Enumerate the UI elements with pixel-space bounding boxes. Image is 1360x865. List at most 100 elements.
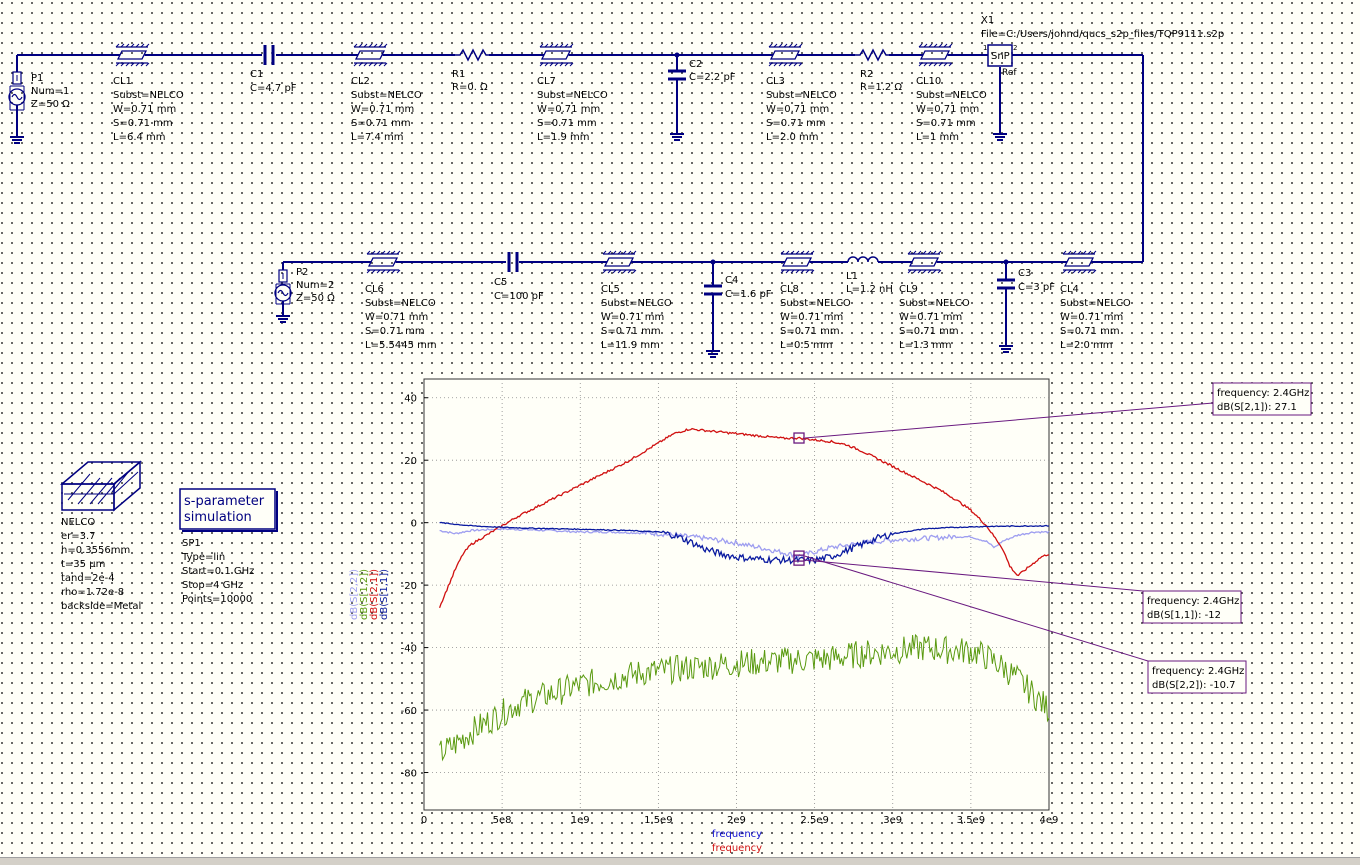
cl3-line-3: S=0.71 mm (766, 118, 826, 129)
cl6-name: CL6 (365, 284, 384, 295)
resistor-symbols (455, 48, 889, 263)
cl8-line-3: S=0.71 mm (780, 326, 840, 337)
substrate-line-4: tand=2e-4 (61, 573, 115, 584)
c3-name: C3 (1018, 268, 1031, 279)
substrate-symbol[interactable] (59, 460, 143, 512)
schematic-drawing: SnP 1 2 Ref P1 Num=1 Z=50 Ω P2 Num=2 Z=5… (8, 15, 1312, 854)
p1-line-2: Z=50 Ω (31, 99, 70, 110)
top-row-wires (16, 54, 1144, 263)
cl9-line-1: Subst=NELCO (899, 298, 970, 309)
cl9-line-4: L=1.3 mm (899, 340, 952, 351)
c4-symbol[interactable] (704, 284, 722, 296)
cl1-line-1: Subst=NELCO (113, 90, 184, 101)
r2-symbol[interactable] (855, 48, 889, 62)
cl6-symbol[interactable] (363, 250, 405, 274)
cl10-line-1: Subst=NELCO (916, 90, 987, 101)
cl8-symbol[interactable] (777, 250, 819, 274)
cl4-line-3: S=0.71 mm (1060, 326, 1120, 337)
x-tick-label: 2.5e9 (800, 815, 828, 826)
cl7-symbol[interactable] (536, 43, 578, 67)
cl5-line-3: S=0.71 mm (601, 326, 661, 337)
cl10-symbol[interactable] (915, 43, 957, 67)
sim-name: SP1 (182, 538, 201, 549)
cl10-line-2: W=0.71 mm (916, 104, 979, 115)
c3-symbol[interactable] (997, 278, 1015, 290)
cl5-line-2: W=0.71 mm (601, 312, 664, 323)
cl7-line-3: S=0.71 mm (537, 118, 597, 129)
cl10-name: CL10 (916, 76, 941, 87)
cl6-line-1: Subst=NELCO (365, 298, 436, 309)
cl10-line-3: S=0.71 mm (916, 118, 976, 129)
substrate-line-5: rho=1.72e-8 (61, 587, 124, 598)
cl6-line-2: W=0.71 mm (365, 312, 428, 323)
r1-name: R1 (452, 69, 465, 80)
marker-label-line-1: frequency: 2.4GHz (1152, 666, 1244, 677)
cl1-line-4: L=6.4 mm (113, 132, 166, 143)
cl5-line-4: L=11.9 mm (601, 340, 660, 351)
y-tick-label: -20 (401, 581, 417, 592)
cl5-line-1: Subst=NELCO (601, 298, 672, 309)
cl9-line-3: S=0.71 mm (899, 326, 959, 337)
sim-line-4: Points=10000 (182, 594, 252, 605)
c5-symbol[interactable] (507, 252, 519, 272)
cl1-symbol[interactable] (112, 43, 154, 67)
cl2-name: CL2 (351, 76, 370, 87)
x-axis-label-2: frequency (712, 843, 762, 854)
marker-label-line-2: dB(S[1,1]): -12 (1147, 610, 1221, 621)
x1-file: File=C:/Users/johnd/qucs_s2p_files/TQP91… (981, 29, 1224, 40)
p1-name: P1 (31, 73, 43, 84)
r1-value: R=0. Ω (452, 82, 488, 93)
x-tick-label: 4e9 (1040, 815, 1059, 826)
marker-label-line-1: frequency: 2.4GHz (1217, 388, 1309, 399)
x-tick-label: 3.5e9 (957, 815, 985, 826)
cl7-line-1: Subst=NELCO (537, 90, 608, 101)
cl10-line-4: L=1 mm (916, 132, 959, 143)
c4-name: C4 (725, 275, 738, 286)
cl5-symbol[interactable] (599, 250, 641, 274)
cl1-line-3: S=0.71 mm (113, 118, 173, 129)
legend: dB(S[2,2]) dB(S[1,2]) dB(S[2,1]) dB(S[1,1]) (349, 569, 390, 620)
sim-line-3: Stop=4 GHz (182, 580, 243, 591)
cl7-line-4: L=1.9 mm (537, 132, 590, 143)
c3-value: C=3 pF (1018, 282, 1055, 293)
p2-symbol[interactable] (274, 269, 292, 323)
cl3-line-2: W=0.71 mm (766, 104, 829, 115)
cl2-line-1: Subst=NELCO (351, 90, 422, 101)
cl2-symbol[interactable] (350, 43, 392, 67)
l1-name: L1 (846, 271, 858, 282)
p2-name: P2 (296, 267, 308, 278)
cl5-name: CL5 (601, 284, 620, 295)
y-tick-label: -80 (401, 769, 417, 780)
cl4-line-2: W=0.71 mm (1060, 312, 1123, 323)
substrate-line-1: er=3.7 (61, 531, 96, 542)
cl8-line-4: L=0.5 mm (780, 340, 833, 351)
schematic-canvas[interactable]: SnP 1 2 Ref P1 Num=1 Z=50 Ω P2 Num=2 Z=5… (0, 0, 1360, 864)
p1-symbol[interactable] (8, 71, 26, 144)
x-tick-label: 1e9 (571, 815, 590, 826)
cl1-line-2: W=0.71 mm (113, 104, 176, 115)
c4-value: C=1.6 pF (725, 289, 772, 300)
sparam-chart[interactable]: 0 5e8 1e9 1.5e9 2e9 2.5e9 3e9 3.5e9 4e9 40 20 0 -20 -… (349, 378, 1312, 854)
c2-symbol[interactable] (668, 69, 686, 81)
substrate-name: NELCO (61, 517, 95, 528)
r1-symbol[interactable] (455, 48, 489, 62)
junction-dots (674, 52, 1009, 265)
c5-name: C5 (494, 277, 507, 288)
cl3-line-1: Subst=NELCO (766, 90, 837, 101)
sim-line-1: Type=lin (181, 552, 225, 563)
substrate-line-6: backside=Metal (61, 601, 141, 612)
p2-line-1: Num=2 (296, 280, 334, 291)
cl9-symbol[interactable] (904, 250, 946, 274)
l1-symbol[interactable] (847, 256, 879, 263)
cl3-symbol[interactable] (765, 43, 807, 67)
cl2-line-4: L=7.4 mm (351, 132, 404, 143)
cl6-line-3: S=0.71 mm (365, 326, 425, 337)
p2-line-2: Z=50 Ω (296, 293, 335, 304)
c1-symbol[interactable] (263, 45, 275, 65)
capacitor-symbols (263, 45, 1015, 296)
cl4-symbol[interactable] (1059, 250, 1101, 274)
sim-title-2: simulation (184, 510, 252, 525)
cl4-name: CL4 (1060, 284, 1079, 295)
l1-value: L=1.2 nH (846, 284, 893, 295)
cl1-name: CL1 (113, 76, 132, 87)
